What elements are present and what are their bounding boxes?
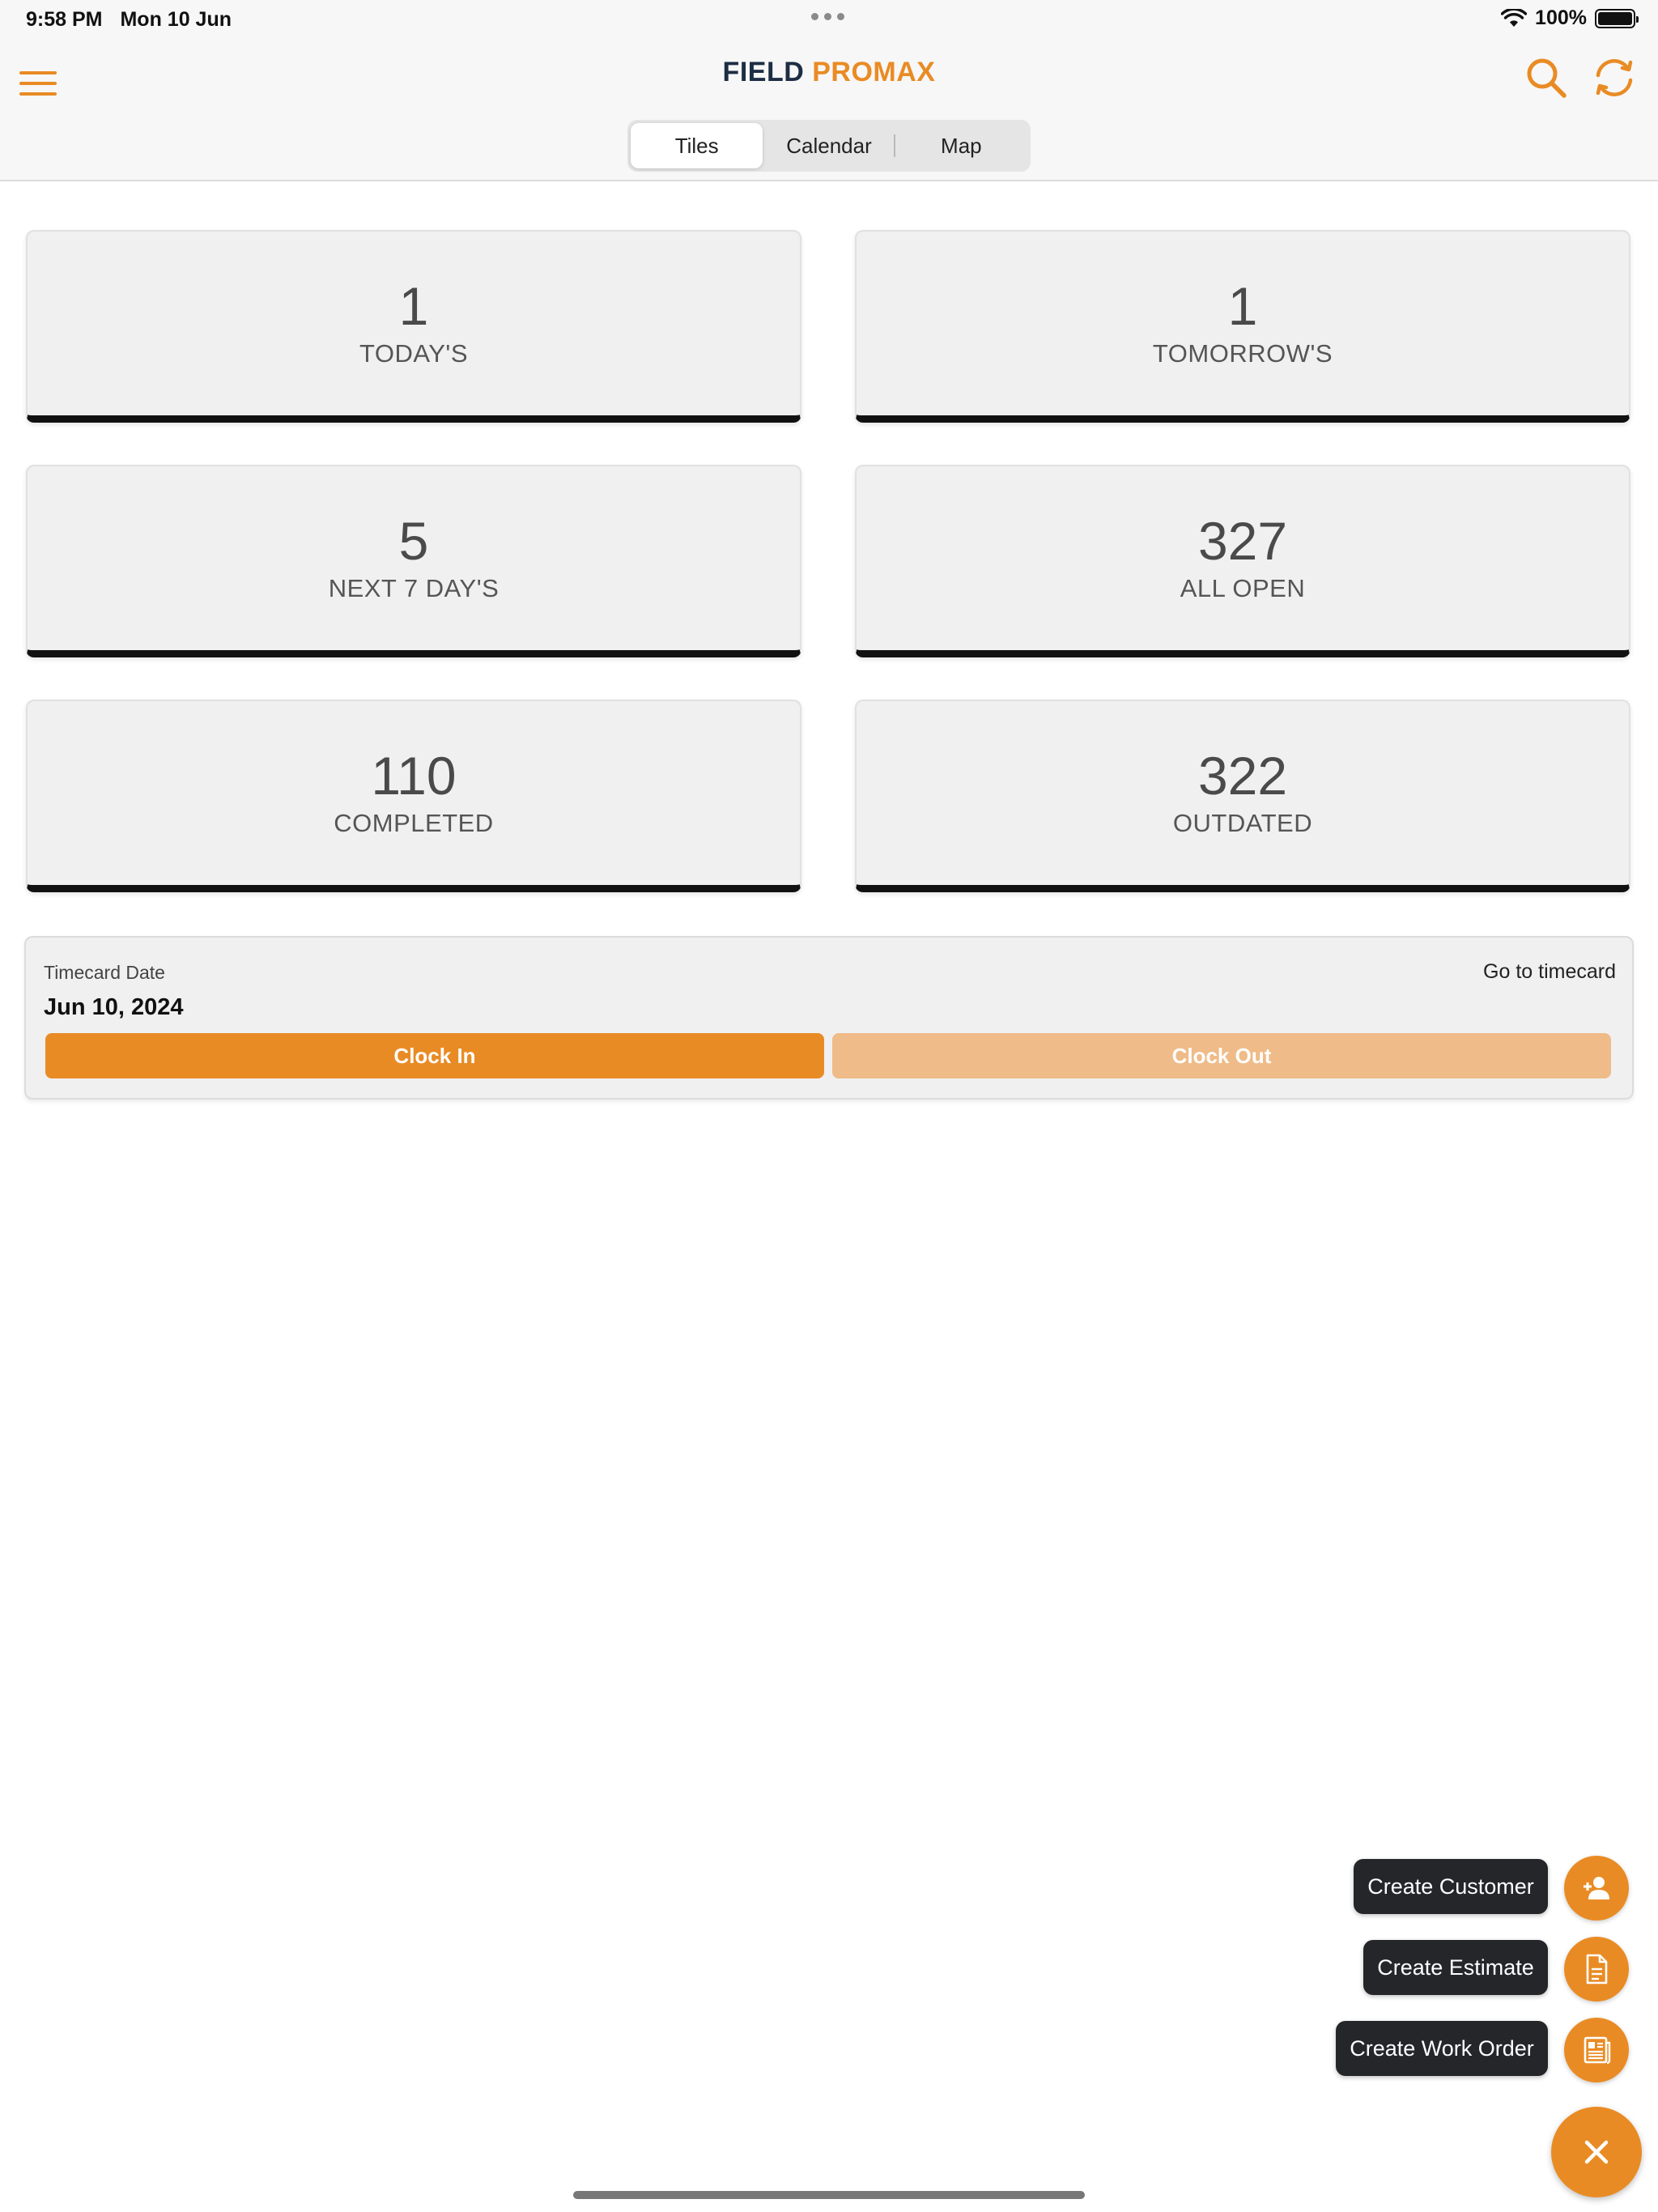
create-work-order-label[interactable]: Create Work Order bbox=[1336, 2021, 1548, 2076]
tile-count: 322 bbox=[1197, 745, 1288, 806]
tile-count: 1 bbox=[1227, 275, 1258, 336]
tile-completed[interactable]: 110 COMPLETED bbox=[26, 700, 801, 892]
tile-outdated[interactable]: 322 OUTDATED bbox=[855, 700, 1630, 892]
battery-percent: 100% bbox=[1535, 6, 1587, 29]
create-estimate-label[interactable]: Create Estimate bbox=[1363, 1940, 1548, 1995]
multitasking-dots-icon[interactable] bbox=[811, 13, 844, 20]
tile-label: OUTDATED bbox=[1172, 809, 1313, 838]
status-date: Mon 10 Jun bbox=[120, 7, 232, 31]
tile-label: COMPLETED bbox=[334, 809, 494, 838]
timecard-date-value: Jun 10, 2024 bbox=[44, 994, 184, 1020]
clock-out-button[interactable]: Clock Out bbox=[832, 1033, 1611, 1078]
fab-close-button[interactable] bbox=[1551, 2107, 1642, 2197]
tile-all-open[interactable]: 327 ALL OPEN bbox=[855, 465, 1630, 657]
brand-field: FIELD bbox=[722, 57, 805, 87]
work-order-icon bbox=[1584, 2036, 1611, 2065]
tab-calendar[interactable]: Calendar bbox=[763, 123, 895, 168]
close-icon bbox=[1584, 2140, 1609, 2164]
create-customer-button[interactable] bbox=[1564, 1856, 1629, 1921]
tile-count: 327 bbox=[1197, 510, 1288, 571]
app-header: FIELD PROMAX Tiles Calendar Map bbox=[0, 39, 1658, 181]
search-icon[interactable] bbox=[1522, 53, 1571, 102]
timecard-date-label: Timecard Date bbox=[44, 962, 165, 983]
brand-logo: FIELD PROMAX bbox=[0, 57, 1658, 88]
view-switcher: Tiles Calendar Map bbox=[627, 120, 1031, 172]
sync-icon[interactable] bbox=[1590, 53, 1639, 102]
tile-label: TODAY'S bbox=[359, 339, 469, 368]
status-time: 9:58 PM bbox=[26, 7, 103, 31]
status-right: 100% bbox=[1501, 6, 1639, 30]
create-work-order-button[interactable] bbox=[1564, 2018, 1629, 2082]
app-screen: 9:58 PM Mon 10 Jun 100% FIELD PROMAX Til… bbox=[0, 0, 1658, 2212]
tile-tomorrows[interactable]: 1 TOMORROW'S bbox=[855, 230, 1630, 423]
tile-label: ALL OPEN bbox=[1180, 574, 1306, 603]
tile-label: NEXT 7 DAY'S bbox=[328, 574, 500, 603]
tab-map[interactable]: Map bbox=[895, 123, 1027, 168]
go-to-timecard-link[interactable]: Go to timecard bbox=[1483, 960, 1616, 984]
create-estimate-button[interactable] bbox=[1564, 1937, 1629, 2001]
tile-todays[interactable]: 1 TODAY'S bbox=[26, 230, 801, 423]
wifi-icon bbox=[1501, 8, 1528, 27]
tile-label: TOMORROW'S bbox=[1152, 339, 1333, 368]
brand-promax: PROMAX bbox=[812, 57, 936, 87]
tile-count: 5 bbox=[398, 510, 429, 571]
status-bar: 9:58 PM Mon 10 Jun 100% bbox=[0, 0, 1658, 39]
timecard-card: Timecard Date Go to timecard Jun 10, 202… bbox=[24, 936, 1634, 1100]
home-indicator[interactable] bbox=[573, 2191, 1085, 2199]
add-user-icon bbox=[1584, 1877, 1609, 1899]
tile-next-7-days[interactable]: 5 NEXT 7 DAY'S bbox=[26, 465, 801, 657]
tile-count: 110 bbox=[371, 745, 457, 806]
document-icon bbox=[1586, 1954, 1608, 1984]
tile-count: 1 bbox=[398, 275, 429, 336]
create-customer-label[interactable]: Create Customer bbox=[1354, 1859, 1548, 1914]
tab-tiles[interactable]: Tiles bbox=[631, 123, 763, 168]
battery-icon bbox=[1595, 8, 1639, 28]
clock-in-button[interactable]: Clock In bbox=[45, 1033, 824, 1078]
